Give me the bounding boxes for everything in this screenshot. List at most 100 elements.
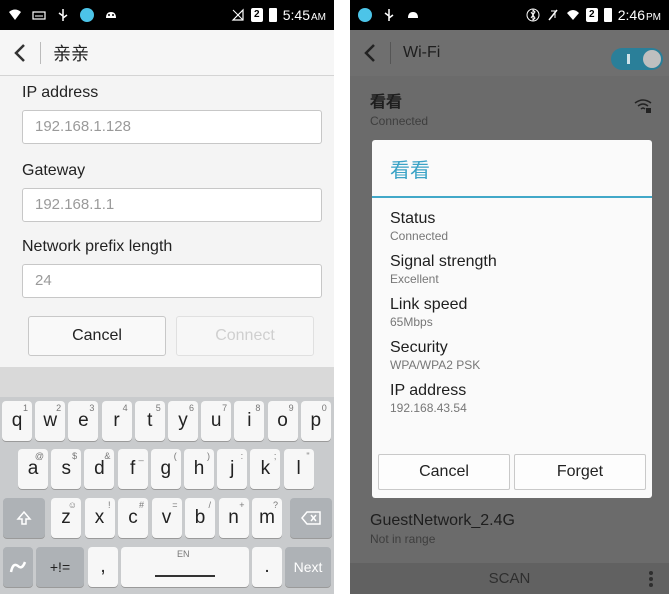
- connect-button[interactable]: Connect: [176, 316, 314, 356]
- status-bar: 2 2:46PM: [350, 0, 669, 30]
- key-f[interactable]: _ f: [117, 449, 148, 489]
- keyboard-icon: [32, 11, 46, 20]
- key-hint: &: [104, 451, 111, 461]
- usb-icon: [58, 9, 68, 21]
- prefix-length-field[interactable]: 24: [22, 264, 322, 298]
- ip-address-label: IP address: [22, 84, 99, 101]
- gateway-label: Gateway: [22, 162, 86, 179]
- clock: 5:45AM: [282, 7, 326, 23]
- keyboard-suggestion-bar: [0, 367, 334, 397]
- key-i[interactable]: 8i: [234, 401, 265, 441]
- swype-key[interactable]: [3, 547, 33, 587]
- key-e[interactable]: 3e: [68, 401, 99, 441]
- key-hint: 8: [255, 403, 261, 413]
- back-button[interactable]: [350, 30, 390, 76]
- key-label: b: [194, 507, 206, 528]
- key-u[interactable]: 7u: [201, 401, 232, 441]
- scan-button[interactable]: SCAN: [489, 570, 531, 587]
- signal-icon: [9, 9, 21, 20]
- key-y[interactable]: 6y: [168, 401, 198, 441]
- shift-arrow-icon: [16, 510, 32, 525]
- android-icon: [408, 12, 418, 18]
- key-a[interactable]: @ a: [18, 449, 48, 489]
- key-label: s: [61, 458, 71, 479]
- forget-button[interactable]: Forget: [514, 454, 646, 490]
- network-details-dialog: 看看 Status Connected Signal strength Exce…: [372, 140, 652, 498]
- key-w[interactable]: 2w: [35, 401, 66, 441]
- security-item: Security WPA/WPA2 PSK: [390, 339, 481, 372]
- period-key[interactable]: .: [252, 547, 282, 587]
- key-label: m: [259, 507, 275, 528]
- delete-key[interactable]: [290, 498, 332, 538]
- clock: 2:46PM: [617, 7, 661, 23]
- key-n[interactable]: + n: [218, 498, 249, 538]
- keyboard: 1q2w3e4r5t6y7u8i9o0p @ a $ s & d _ f(g) h: j; k " l …: [0, 397, 334, 594]
- status-bar: 2 5:45AM: [0, 0, 334, 30]
- key-hint: 5: [155, 403, 161, 413]
- key-hint: 9: [288, 403, 294, 413]
- wifi-toggle[interactable]: [611, 48, 663, 70]
- bluetooth-icon: [526, 8, 540, 22]
- key-label: j: [230, 458, 235, 479]
- ip-address-field[interactable]: 192.168.1.128: [22, 110, 322, 144]
- key-p[interactable]: 0p: [300, 401, 331, 441]
- key-t[interactable]: 5t: [134, 401, 165, 441]
- key-s[interactable]: $ s: [51, 449, 82, 489]
- key-hint: 1: [22, 403, 28, 413]
- key-r[interactable]: 4r: [101, 401, 132, 441]
- shift-key[interactable]: [3, 498, 45, 538]
- key-label: a: [27, 458, 39, 479]
- battery-icon: [268, 8, 277, 22]
- key-j[interactable]: :j: [217, 449, 248, 489]
- network-item-connected[interactable]: 看看 Connected: [370, 88, 428, 128]
- sim-icon: 2: [585, 8, 598, 22]
- title-bar: 亲亲: [0, 30, 334, 76]
- chevron-left-icon: [364, 44, 375, 62]
- key-label: y: [178, 410, 188, 431]
- key-hint: 2: [56, 403, 62, 413]
- key-label: i: [247, 410, 252, 431]
- key-g[interactable]: (g: [150, 449, 181, 489]
- sim-icon: 2: [250, 8, 263, 22]
- key-d[interactable]: & d: [84, 449, 115, 489]
- key-k[interactable]: ; k: [250, 449, 281, 489]
- key-b[interactable]: / b: [185, 498, 215, 538]
- key-label: x: [94, 507, 105, 528]
- next-key[interactable]: Next: [285, 547, 331, 587]
- overflow-menu-icon[interactable]: [649, 570, 653, 588]
- comma-key[interactable]: ,: [88, 547, 118, 587]
- dialog-cancel-button[interactable]: Cancel: [378, 454, 510, 490]
- key-hint: ?: [272, 500, 278, 510]
- symbols-key[interactable]: +!=: [36, 547, 84, 587]
- key-hint: :: [240, 451, 244, 461]
- gateway-field[interactable]: 192.168.1.1: [22, 188, 322, 222]
- status-item: Status Connected: [390, 210, 449, 243]
- key-o[interactable]: 9o: [267, 401, 298, 441]
- space-key[interactable]: EN: [121, 547, 249, 587]
- prefix-length-label: Network prefix length: [22, 238, 173, 255]
- key-x[interactable]: ! x: [84, 498, 115, 538]
- key-h[interactable]: ) h: [184, 449, 214, 489]
- key-label: q: [11, 410, 23, 431]
- cancel-button[interactable]: Cancel: [28, 316, 166, 356]
- key-label: o: [277, 410, 288, 431]
- key-label: c: [128, 507, 138, 528]
- back-button[interactable]: [0, 30, 40, 76]
- key-m[interactable]: ? m: [252, 498, 282, 538]
- key-q[interactable]: 1q: [2, 401, 32, 441]
- key-hint: _: [138, 451, 144, 461]
- right-screen: 2 2:46PM Wi-Fi 看看 Connected GuestNetwork…: [350, 0, 669, 594]
- key-z[interactable]: ☺ z: [51, 498, 81, 538]
- key-label: p: [310, 410, 322, 431]
- key-hint: ): [207, 451, 210, 461]
- key-v[interactable]: = v: [151, 498, 182, 538]
- wifi-icon: [566, 10, 579, 20]
- key-label: e: [78, 410, 89, 431]
- dialog-title: 看看: [372, 140, 652, 198]
- divider: [40, 41, 41, 64]
- network-item-guest[interactable]: GuestNetwork_2.4G Not in range: [370, 512, 515, 546]
- key-c[interactable]: # c: [118, 498, 148, 538]
- key-l[interactable]: " l: [283, 449, 314, 489]
- backspace-icon: [301, 511, 321, 525]
- key-hint: 6: [188, 403, 194, 413]
